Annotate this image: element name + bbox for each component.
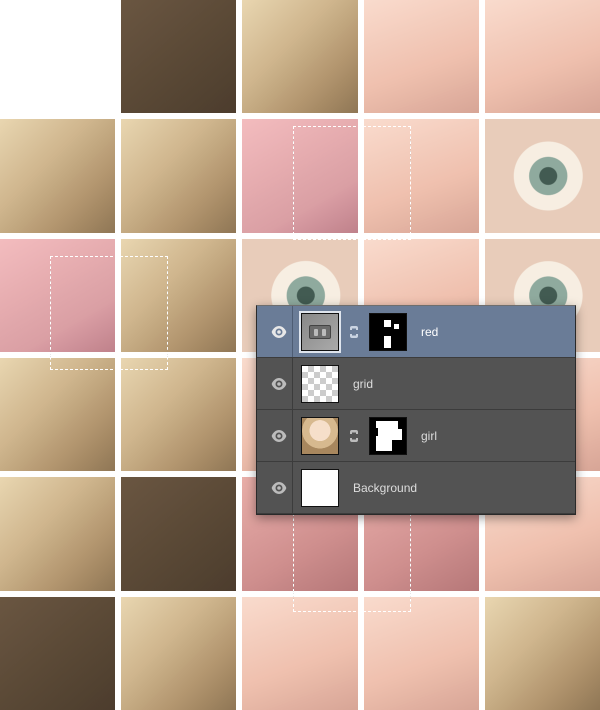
layer-name[interactable]: Background bbox=[347, 481, 567, 495]
layer-thumbnail[interactable] bbox=[301, 365, 339, 403]
visibility-toggle[interactable] bbox=[265, 358, 293, 409]
grid-tile bbox=[485, 119, 600, 232]
marquee-selection bbox=[50, 256, 168, 370]
visibility-toggle[interactable] bbox=[265, 306, 293, 357]
layer-row-red[interactable]: red bbox=[257, 306, 575, 358]
eye-icon bbox=[271, 378, 287, 390]
layer-mask-thumbnail[interactable] bbox=[369, 313, 407, 351]
grid-tile bbox=[0, 0, 115, 113]
layer-mask-thumbnail[interactable] bbox=[369, 417, 407, 455]
grid-tile bbox=[0, 119, 115, 232]
visibility-toggle[interactable] bbox=[265, 410, 293, 461]
layer-row-girl[interactable]: girl bbox=[257, 410, 575, 462]
grid-tile bbox=[121, 0, 236, 113]
grid-tile bbox=[0, 597, 115, 710]
grid-tile bbox=[121, 477, 236, 590]
layer-name[interactable]: red bbox=[415, 325, 567, 339]
grid-tile bbox=[121, 597, 236, 710]
layers-panel[interactable]: red grid girl bbox=[256, 305, 576, 515]
grid-tile bbox=[485, 0, 600, 113]
grid-tile bbox=[0, 358, 115, 471]
marquee-selection bbox=[293, 126, 411, 240]
grid-tile bbox=[0, 477, 115, 590]
grid-tile bbox=[242, 597, 357, 710]
grid-tile bbox=[485, 597, 600, 710]
layer-row-background[interactable]: Background bbox=[257, 462, 575, 514]
layer-name[interactable]: grid bbox=[347, 377, 567, 391]
layer-name[interactable]: girl bbox=[415, 429, 567, 443]
layer-thumbnail[interactable] bbox=[301, 417, 339, 455]
eye-icon bbox=[271, 326, 287, 338]
visibility-toggle[interactable] bbox=[265, 462, 293, 513]
grid-tile bbox=[364, 597, 479, 710]
layer-thumbnail[interactable] bbox=[301, 469, 339, 507]
grid-tile bbox=[121, 119, 236, 232]
grid-tile bbox=[121, 358, 236, 471]
link-icon[interactable] bbox=[347, 325, 361, 339]
eye-icon bbox=[271, 482, 287, 494]
eye-icon bbox=[271, 430, 287, 442]
grid-tile bbox=[242, 0, 357, 113]
link-icon[interactable] bbox=[347, 429, 361, 443]
layer-row-grid[interactable]: grid bbox=[257, 358, 575, 410]
grid-tile bbox=[364, 0, 479, 113]
layer-thumbnail[interactable] bbox=[301, 313, 339, 351]
